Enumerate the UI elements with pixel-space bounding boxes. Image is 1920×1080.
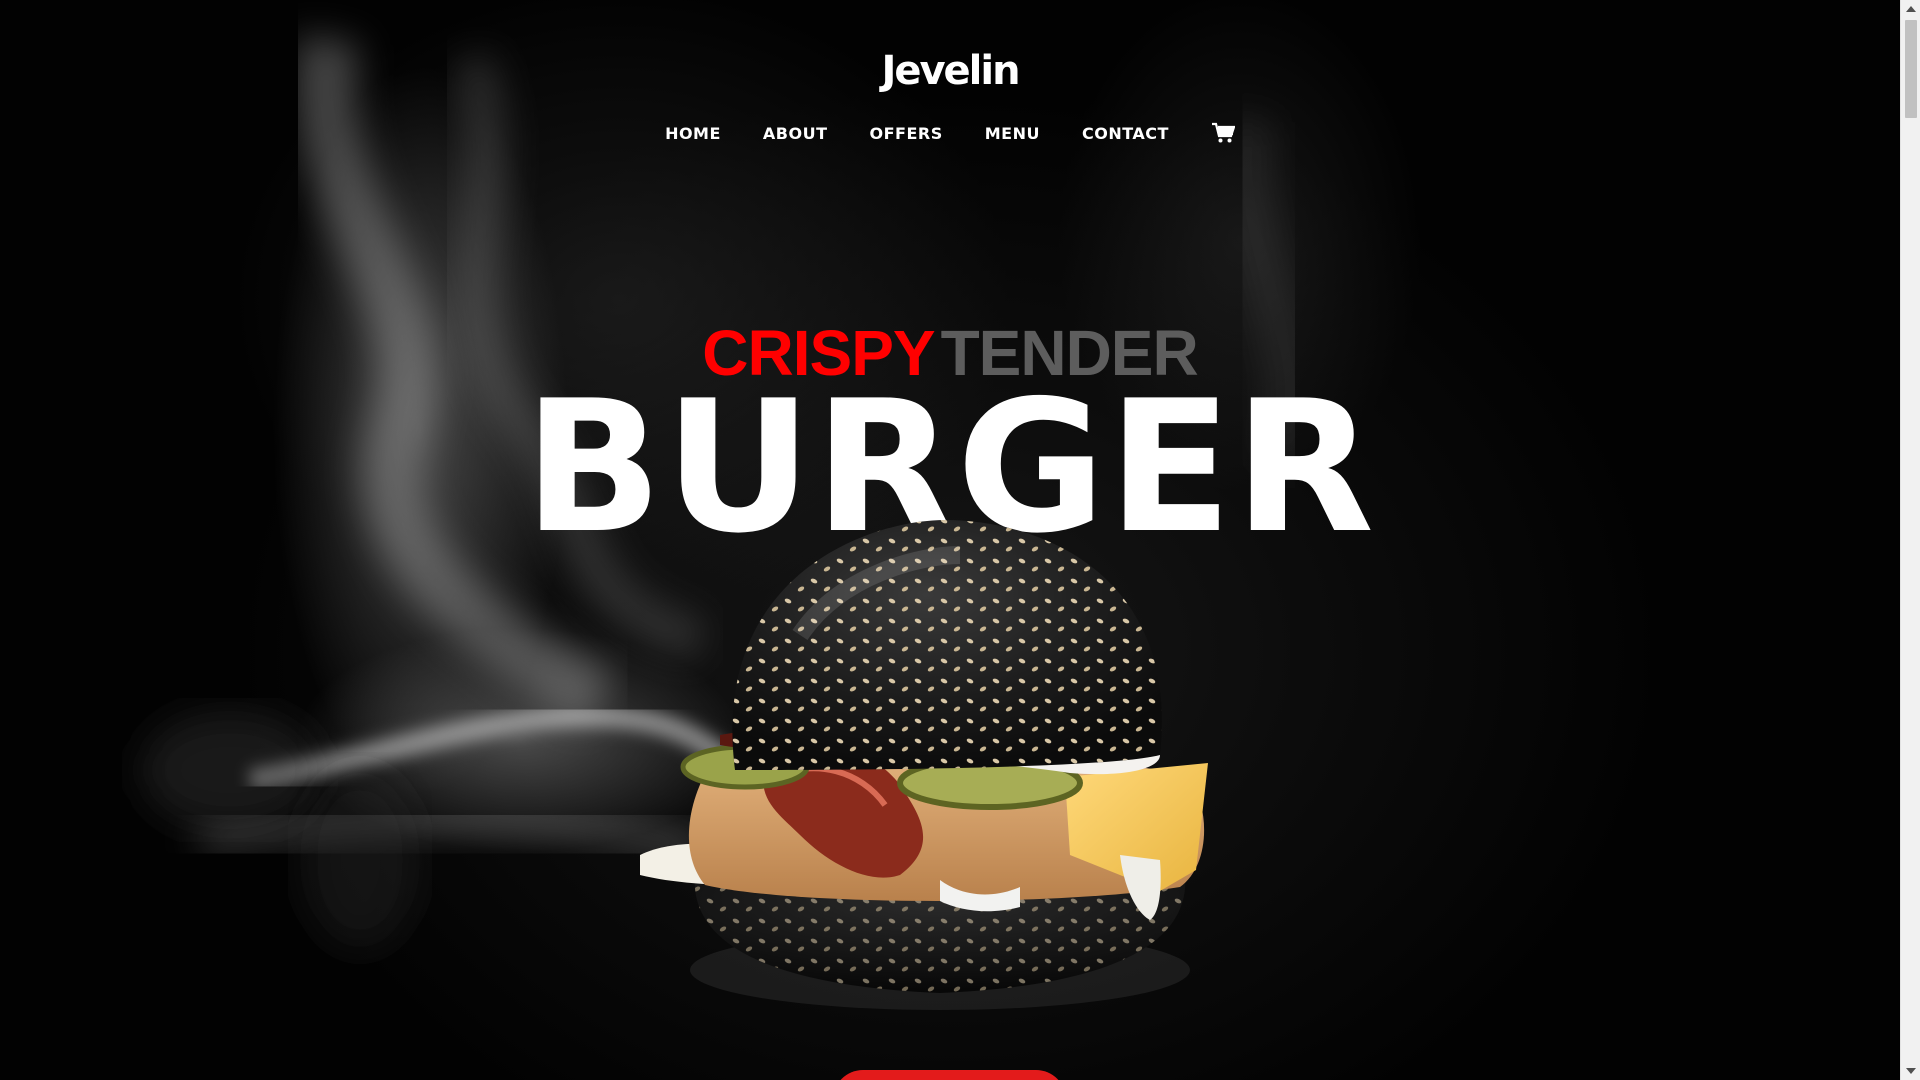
- nav-about[interactable]: ABOUT: [763, 124, 828, 143]
- scrollbar-thumb[interactable]: [1905, 20, 1917, 118]
- site-logo[interactable]: Jevelin: [0, 48, 1900, 94]
- scroll-down-arrow-icon[interactable]: [1906, 1068, 1916, 1074]
- hero-cta-button[interactable]: [833, 1070, 1066, 1080]
- cart-icon[interactable]: [1211, 122, 1236, 144]
- nav-contact[interactable]: CONTACT: [1082, 124, 1169, 143]
- nav-home[interactable]: HOME: [665, 124, 721, 143]
- nav-menu[interactable]: MENU: [985, 124, 1040, 143]
- burger-image: [640, 520, 1208, 1010]
- hero-section: Jevelin HOME ABOUT OFFERS MENU CONTACT C…: [0, 0, 1900, 1080]
- scroll-up-arrow-icon[interactable]: [1906, 6, 1916, 12]
- main-navigation: HOME ABOUT OFFERS MENU CONTACT: [0, 122, 1900, 144]
- nav-offers[interactable]: OFFERS: [870, 124, 943, 143]
- page-scrollbar[interactable]: [1900, 0, 1920, 1080]
